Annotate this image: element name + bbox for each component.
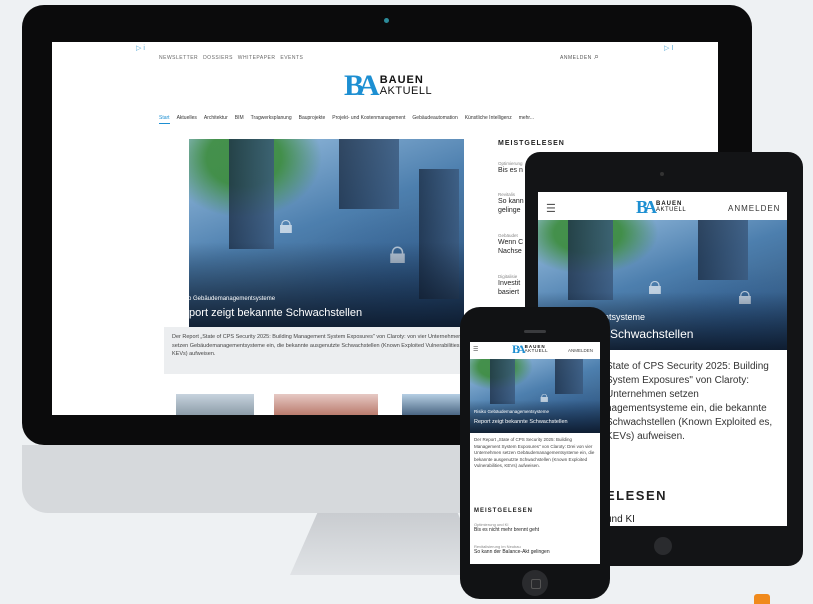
meistgelesen-item[interactable]: Gebäudet Wenn C Nachse [498, 233, 523, 256]
meistgelesen-item[interactable]: Digitalisie Investit basiert [498, 274, 520, 297]
feedback-tab[interactable] [754, 594, 770, 604]
main-nav: Start Aktuelles Architektur BIM Tragwerk… [159, 115, 534, 124]
utility-link-whitepaper[interactable]: WHITEPAPER [238, 55, 276, 61]
nav-item-ki[interactable]: Künstliche Intelligenz [465, 115, 512, 124]
phone-webpage: ☰ BA BAUEN AKTUELL ANMELDEN 🔒︎ Risiko Ge… [470, 342, 600, 564]
tablet-camera [660, 172, 664, 176]
logo-mark: BA [512, 342, 526, 356]
nav-item-bauprojekte[interactable]: Bauprojekte [299, 115, 326, 124]
meistgelesen-item[interactable]: Optimierung und KI Bis es nicht mehr bre… [474, 522, 539, 533]
login-link[interactable]: ANMELDEN [560, 55, 592, 61]
padlock-icon: 🔒︎ [279, 209, 293, 239]
meistgelesen-item[interactable]: Revitalis So kann gelinge [498, 192, 524, 215]
hero-teaser: State of CPS Security 2025: Building Sys… [606, 361, 773, 442]
hero-headline[interactable]: Report zeigt bekannte Schwachstellen [175, 307, 362, 319]
utility-nav: NEWSLETTER DOSSIERS WHITEPAPER EVENTS [159, 55, 303, 61]
site-logo[interactable]: BA BAUEN AKTUELL [344, 71, 432, 101]
hero-kicker: Risiko Gebäudemanagementsysteme [474, 409, 550, 414]
ad-choices-icon[interactable]: ▷ i [136, 44, 145, 52]
search-icon[interactable]: ⌕ [594, 51, 599, 62]
nav-item-start[interactable]: Start [159, 115, 170, 124]
hamburger-menu-icon[interactable]: ☰ [546, 202, 556, 215]
ad-choices-icon[interactable]: ▷ I [664, 44, 673, 52]
article-thumbnail[interactable] [176, 394, 254, 415]
nav-item-architektur[interactable]: Architektur [204, 115, 228, 124]
article-thumbnail[interactable] [274, 394, 378, 415]
hero-kicker: Risiko Gebäudemanagementsysteme [175, 296, 276, 302]
login-link[interactable]: ANMELDEN [568, 348, 593, 353]
meistgelesen-item[interactable]: Revitalisierung im Neubau So kann der Ba… [474, 544, 550, 555]
phone-speaker [524, 330, 546, 333]
nav-item-projektmanagement[interactable]: Projekt- und Kostenmanagement [332, 115, 405, 124]
login-link[interactable]: ANMELDEN [728, 204, 780, 213]
hamburger-menu-icon[interactable]: ☰ [473, 346, 478, 353]
logo-word-bottom: AKTUELL [379, 85, 433, 97]
nav-item-bim[interactable]: BIM [235, 115, 244, 124]
meistgelesen-item[interactable]: und KI [606, 514, 635, 525]
home-square-icon [531, 579, 541, 589]
nav-item-more[interactable]: mehr... [519, 115, 534, 124]
meistgelesen-title: MEISTGELESEN [498, 140, 565, 147]
hero-headline[interactable]: Report zeigt bekannte Schwachstellen [474, 419, 568, 425]
meistgelesen-title: ELESEN [606, 488, 668, 503]
logo-mark: BA [636, 197, 657, 217]
site-logo[interactable]: BA BAUEN AKTUELL [636, 198, 686, 216]
meistgelesen-title: MEISTGELESEN [474, 508, 534, 514]
site-logo[interactable]: BA BAUEN AKTUELL [512, 343, 548, 355]
utility-link-events[interactable]: EVENTS [280, 55, 303, 61]
hero-teaser: Der Report „State of CPS Security 2025: … [474, 437, 595, 468]
tablet-home-button[interactable] [654, 537, 672, 555]
nav-item-gebaeudeautomation[interactable]: Gebäudeautomation [412, 115, 457, 124]
article-thumbnail[interactable] [402, 394, 462, 415]
meistgelesen-item[interactable]: Optimierung Bis es n [498, 161, 523, 175]
utility-link-newsletter[interactable]: NEWSLETTER [159, 55, 198, 61]
nav-item-aktuelles[interactable]: Aktuelles [177, 115, 197, 124]
utility-link-dossiers[interactable]: DOSSIERS [203, 55, 233, 61]
nav-item-tragwerksplanung[interactable]: Tragwerksplanung [251, 115, 292, 124]
hero-teaser: Der Report „State of CPS Security 2025: … [172, 334, 462, 357]
monitor-stand [290, 513, 485, 575]
monitor-camera [384, 18, 389, 23]
logo-mark: BA [344, 69, 380, 102]
